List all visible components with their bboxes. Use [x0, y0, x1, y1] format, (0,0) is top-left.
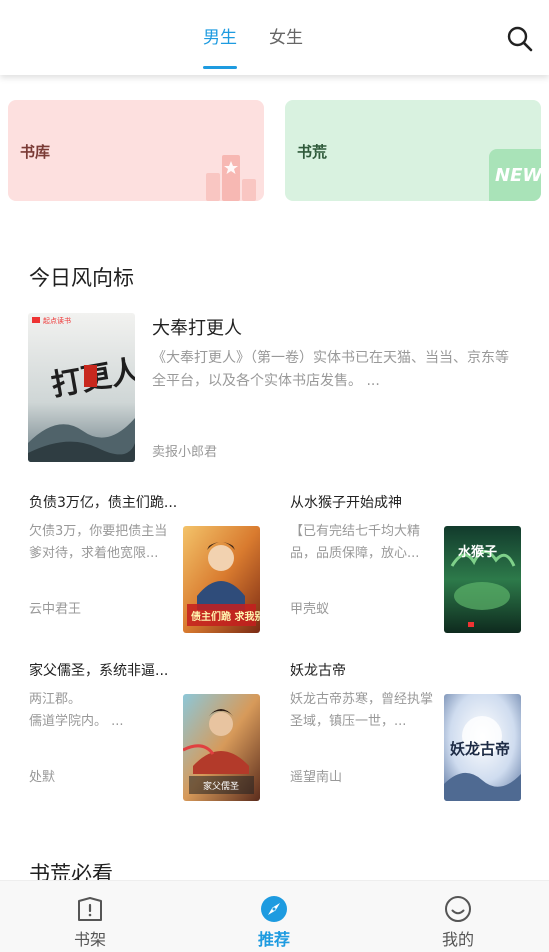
nav-bookshelf[interactable]: 书架: [40, 881, 140, 952]
svg-text:妖龙古帝: 妖龙古帝: [450, 740, 510, 758]
book-cover[interactable]: 家父儒圣: [183, 694, 260, 801]
svg-text:起点读书: 起点读书: [43, 316, 71, 325]
nav-profile-label: 我的: [441, 930, 474, 949]
book-description: 【已有完结七千均大精品，品质保障，放心...: [290, 524, 421, 561]
book-author: 处默: [29, 770, 56, 785]
book-title: 家父儒圣，系统非逼...: [29, 663, 169, 679]
nav-bookshelf-label: 书架: [73, 930, 106, 949]
bottom-navigation: 书架 推荐 我的: [0, 880, 549, 952]
svg-text:水猴子: 水猴子: [458, 544, 497, 560]
featured-book-author: 卖报小郎君: [152, 445, 218, 460]
app-screen: 男生 女生 书库 书荒 NEW 今日风向标 起点读书 大奉打更人 《大奉打更人》…: [0, 0, 549, 952]
book-author: 云中君王: [29, 602, 82, 617]
book-author: 遥望南山: [290, 770, 343, 785]
book-cover[interactable]: 水猴子: [444, 526, 521, 633]
book-shortage-card-label: 书荒: [297, 143, 328, 161]
book-description: 妖龙古帝苏寒，曾经执掌圣域，镇压一世，...: [290, 692, 434, 729]
active-tab-indicator: [203, 66, 237, 69]
nav-recommend-label: 推荐: [257, 930, 290, 949]
featured-book-title[interactable]: 大奉打更人: [152, 314, 242, 340]
book-cover[interactable]: 妖龙古帝: [444, 694, 521, 801]
book-title: 从水猴子开始成神: [290, 495, 402, 511]
library-card-label: 书库: [20, 143, 51, 161]
book-title: 负债3万亿，债主们跪...: [29, 495, 178, 511]
top-header: 男生 女生: [0, 0, 549, 75]
book-description: 欠债3万，你要把债主当爹对待，求着他宽限...: [29, 524, 168, 561]
bookshelf-icon: [78, 897, 102, 921]
tab-female[interactable]: 女生: [269, 27, 303, 49]
bookshelf-star-icon: [206, 155, 256, 201]
featured-book-description: 《大奉打更人》（第一卷）实体书已在天猫、当当、京东等全平台，以及各个实体书店发售…: [152, 350, 509, 389]
svg-text:债主们跪 求我别死: 债主们跪 求我别死: [191, 610, 260, 623]
featured-book-cover[interactable]: 起点读书 打更人: [28, 313, 135, 462]
svg-text:家父儒圣: 家父儒圣: [203, 780, 239, 792]
book-shortage-card[interactable]: 书荒 NEW: [285, 100, 541, 201]
smiley-profile-icon: [445, 896, 471, 922]
book-cover[interactable]: 债主们跪 求我别死: [183, 526, 260, 633]
new-badge-text: NEW: [495, 165, 541, 186]
nav-profile[interactable]: 我的: [408, 881, 508, 952]
compass-icon: [261, 896, 287, 922]
section-title-today: 今日风向标: [29, 266, 134, 290]
book-author: 甲壳蚁: [290, 602, 330, 617]
new-badge-icon: NEW: [489, 149, 541, 201]
book-title: 妖龙古帝: [290, 663, 346, 679]
search-icon[interactable]: [506, 25, 534, 53]
nav-recommend[interactable]: 推荐: [224, 881, 324, 952]
book-description: 两江郡。 儒道学院内。 ...: [29, 692, 124, 729]
library-card[interactable]: 书库: [8, 100, 264, 201]
tab-male[interactable]: 男生: [203, 27, 237, 49]
